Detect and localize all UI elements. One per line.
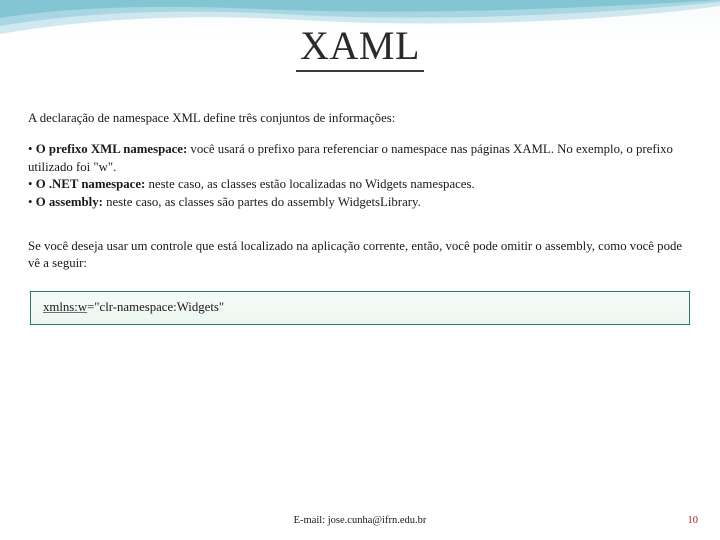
bullet-lead: O assembly: xyxy=(36,195,103,209)
bullet-item: • O assembly: neste caso, as classes são… xyxy=(28,194,692,212)
bullet-list: • O prefixo XML namespace: você usará o … xyxy=(28,141,692,212)
code-xmlns-label: xmlns:w xyxy=(43,300,87,314)
bullet-rest: neste caso, as classes são partes do ass… xyxy=(103,195,421,209)
bullet-item: • O .NET namespace: neste caso, as class… xyxy=(28,176,692,194)
bullet-marker: • xyxy=(28,177,36,191)
code-value: ="clr-namespace:Widgets" xyxy=(87,300,224,314)
page-number: 10 xyxy=(688,515,699,526)
bullet-marker: • xyxy=(28,142,36,156)
intro-text: A declaração de namespace XML define trê… xyxy=(28,110,692,128)
content-area: A declaração de namespace XML define trê… xyxy=(0,72,720,325)
code-box: xmlns:w="clr-namespace:Widgets" xyxy=(30,291,690,325)
bullet-rest: neste caso, as classes estão localizadas… xyxy=(145,177,474,191)
note-text: Se você deseja usar um controle que está… xyxy=(28,238,692,273)
bullet-item: • O prefixo XML namespace: você usará o … xyxy=(28,141,692,176)
slide-title: XAML xyxy=(0,0,720,69)
bullet-lead: O .NET namespace: xyxy=(36,177,146,191)
footer-email: E-mail: jose.cunha@ifrn.edu.br xyxy=(22,515,698,526)
bullet-lead: O prefixo XML namespace: xyxy=(36,142,188,156)
footer: E-mail: jose.cunha@ifrn.edu.br 10 xyxy=(0,515,720,526)
bullet-marker: • xyxy=(28,195,36,209)
